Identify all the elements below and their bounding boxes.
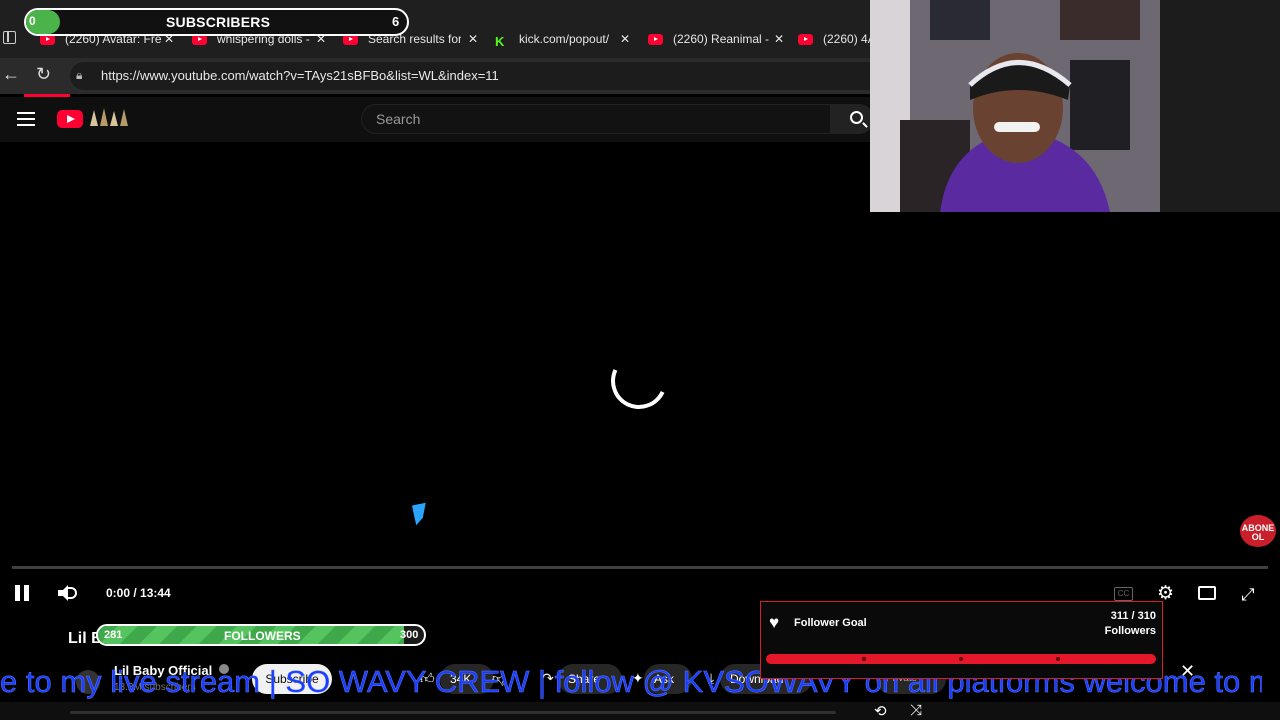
follower-goal-count-unit: Followers	[1104, 625, 1156, 637]
tab-close-icon[interactable]: ✕	[468, 28, 482, 50]
youtube-doodle-logo[interactable]	[86, 106, 130, 128]
loop-icon[interactable]: ⟲	[874, 702, 887, 720]
time-display: 0:00 / 13:44	[106, 586, 171, 600]
goal-marker	[862, 657, 866, 661]
subscribers-goal-start: 0	[29, 14, 36, 28]
menu-icon[interactable]	[17, 112, 35, 126]
followers-goal-start: 281	[104, 629, 123, 641]
abone-label: ABONE OL	[1241, 523, 1275, 542]
close-icon[interactable]: ✕	[1180, 661, 1195, 682]
goal-marker	[959, 657, 963, 661]
browser-tab[interactable]: K kick.com/popout/	[495, 28, 613, 50]
youtube-favicon-icon	[798, 33, 813, 45]
seek-bar[interactable]	[12, 566, 1268, 569]
followers-goal-label: FOLLOWERS	[224, 629, 301, 643]
tab-title: (2260) Reanimal -	[673, 32, 770, 46]
followers-goal-target: 300	[400, 629, 419, 641]
subscribers-goal-target: 6	[392, 14, 400, 29]
back-arrow-icon[interactable]: ←	[2, 64, 20, 85]
pause-icon[interactable]	[14, 585, 30, 601]
theater-mode-icon[interactable]	[1198, 586, 1216, 600]
search-input[interactable]	[361, 104, 831, 134]
tab-title: kick.com/popout/	[519, 32, 610, 46]
tab-actions-icon[interactable]	[3, 31, 16, 44]
youtube-logo-icon[interactable]	[57, 110, 83, 128]
desktop-background	[1160, 0, 1280, 212]
tab-title: (2260) 4A	[823, 32, 872, 46]
search-icon[interactable]	[850, 111, 863, 124]
heart-icon: ♥	[769, 613, 780, 632]
follower-goal-count: 311 / 310 Followers	[1040, 609, 1156, 639]
youtube-favicon-icon	[648, 33, 663, 45]
site-info-icon[interactable]: 🔒︎	[76, 68, 82, 83]
tab-close-icon[interactable]: ✕	[620, 28, 634, 50]
goal-marker	[1056, 657, 1060, 661]
follower-goal-track	[766, 654, 1156, 664]
subscribers-goal-label: SUBSCRIBERS	[166, 14, 271, 30]
search-placeholder: Search	[376, 111, 421, 127]
browser-tab[interactable]: (2260) Reanimal -	[648, 28, 786, 50]
webcam-overlay	[870, 0, 1160, 212]
captions-icon[interactable]: CC	[1114, 587, 1133, 601]
follower-goal-count-value: 311 / 310	[1110, 610, 1156, 622]
fullscreen-icon[interactable]: ⤢	[1241, 585, 1255, 605]
webcam-image	[870, 0, 1160, 212]
tab-close-icon[interactable]: ✕	[774, 28, 788, 50]
kick-favicon-icon: K	[495, 33, 505, 49]
shuffle-icon[interactable]: ⤨	[910, 702, 922, 719]
playlist-divider	[70, 711, 836, 714]
reload-icon[interactable]: ↻	[36, 64, 51, 85]
follower-goal-title: Follower Goal	[794, 617, 867, 629]
subscribe-overlay-badge[interactable]: ABONE OL	[1240, 515, 1276, 547]
url-text[interactable]: https://www.youtube.com/watch?v=TAys21sB…	[101, 68, 499, 83]
browser-tab[interactable]: (2260) 4A	[798, 28, 872, 50]
